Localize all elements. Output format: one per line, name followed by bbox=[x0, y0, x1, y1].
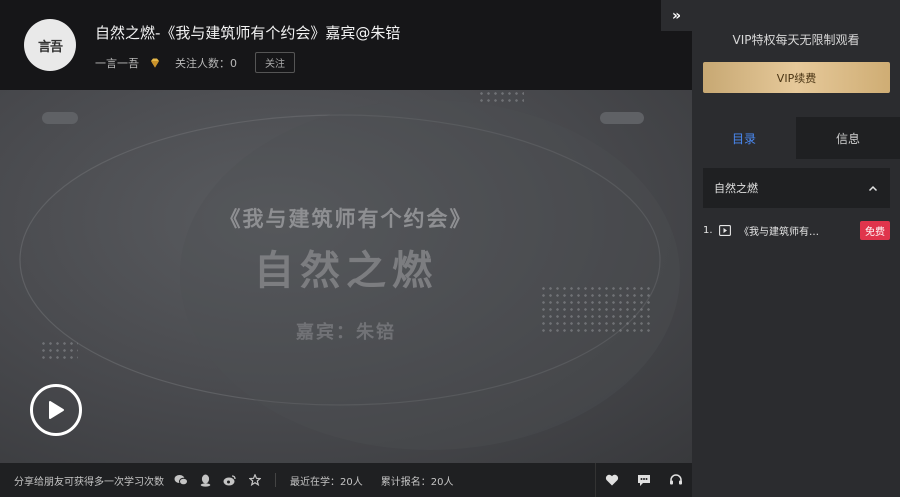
free-badge: 免费 bbox=[860, 220, 890, 240]
divider bbox=[275, 473, 276, 487]
video-actions bbox=[595, 463, 692, 497]
video-player[interactable]: 《我与建筑师有个约会》 自然之燃 嘉宾：朱锫 bbox=[0, 90, 692, 463]
slide-decor-pill bbox=[600, 112, 644, 124]
slide-main-title: 自然之燃 bbox=[254, 248, 438, 294]
slide-series-title: 《我与建筑师有个约会》 bbox=[219, 207, 473, 231]
recent-learning-count: 最近在学：20人 bbox=[290, 476, 363, 488]
logo-text: 言吾 bbox=[37, 39, 63, 55]
collapse-sidebar-button[interactable]: » bbox=[661, 0, 692, 31]
wechat-icon[interactable] bbox=[174, 474, 188, 486]
headset-icon bbox=[670, 474, 682, 485]
comment-button[interactable] bbox=[628, 474, 660, 487]
slide-decor-pill bbox=[42, 112, 78, 124]
chapter-header[interactable]: 自然之燃 bbox=[703, 168, 890, 208]
course-header: 言吾 自然之燃-《我与建筑师有个约会》嘉宾@朱锫 一言一吾 关注人数：0 关注 bbox=[0, 0, 692, 90]
author-name[interactable]: 一言一吾 bbox=[95, 55, 139, 71]
lesson-title: 《我与建筑师有个约会》 bbox=[739, 226, 823, 238]
follow-button[interactable]: 关注 bbox=[255, 52, 295, 73]
tab-catalog[interactable]: 目录 bbox=[692, 117, 796, 159]
course-sidebar: » VIP特权每天无限制观看 VIP续费 目录 信息 自然之燃 1. 《我与建筑… bbox=[661, 0, 900, 497]
vip-promo-text: VIP特权每天无限制观看 bbox=[732, 33, 860, 47]
weibo-icon[interactable] bbox=[223, 474, 237, 486]
slide-guest: 嘉宾：朱锫 bbox=[296, 322, 396, 343]
total-signup-count: 累计报名：20人 bbox=[380, 476, 454, 488]
heart-icon bbox=[605, 474, 619, 486]
sidebar-tabs: 目录 信息 bbox=[692, 117, 900, 159]
lesson-number: 1. bbox=[703, 224, 713, 236]
qq-icon[interactable] bbox=[200, 474, 211, 487]
followers-count: 关注人数：0 bbox=[175, 56, 237, 70]
diamond-icon bbox=[151, 58, 159, 67]
tab-info[interactable]: 信息 bbox=[796, 117, 900, 159]
share-hint: 分享给朋友可获得多一次学习次数 bbox=[14, 476, 164, 488]
play-button[interactable] bbox=[30, 384, 82, 436]
chapter-title: 自然之燃 bbox=[714, 182, 758, 195]
share-icons bbox=[174, 474, 261, 487]
lesson-item[interactable]: 1. 《我与建筑师有个约会》 免费 bbox=[703, 219, 890, 241]
like-button[interactable] bbox=[596, 474, 628, 486]
app-root: 言吾 自然之燃-《我与建筑师有个约会》嘉宾@朱锫 一言一吾 关注人数：0 关注 … bbox=[0, 0, 900, 497]
comment-icon bbox=[638, 474, 650, 486]
channel-logo[interactable]: 言吾 bbox=[24, 19, 76, 71]
double-chevron-right-icon: » bbox=[671, 7, 682, 24]
course-meta: 一言一吾 关注人数：0 关注 bbox=[95, 52, 295, 73]
vip-renew-button[interactable]: VIP续费 bbox=[703, 62, 890, 93]
star-icon[interactable] bbox=[249, 474, 261, 486]
video-info-bar: 分享给朋友可获得多一次学习次数 最近在学：20人 累计报名：20人 bbox=[0, 463, 692, 497]
course-title: 自然之燃-《我与建筑师有个约会》嘉宾@朱锫 bbox=[95, 24, 401, 42]
support-button[interactable] bbox=[660, 473, 692, 487]
video-lesson-icon bbox=[719, 224, 731, 236]
slide-decor-dots bbox=[478, 90, 524, 104]
chevron-up-icon bbox=[868, 185, 878, 191]
play-icon bbox=[49, 401, 64, 419]
